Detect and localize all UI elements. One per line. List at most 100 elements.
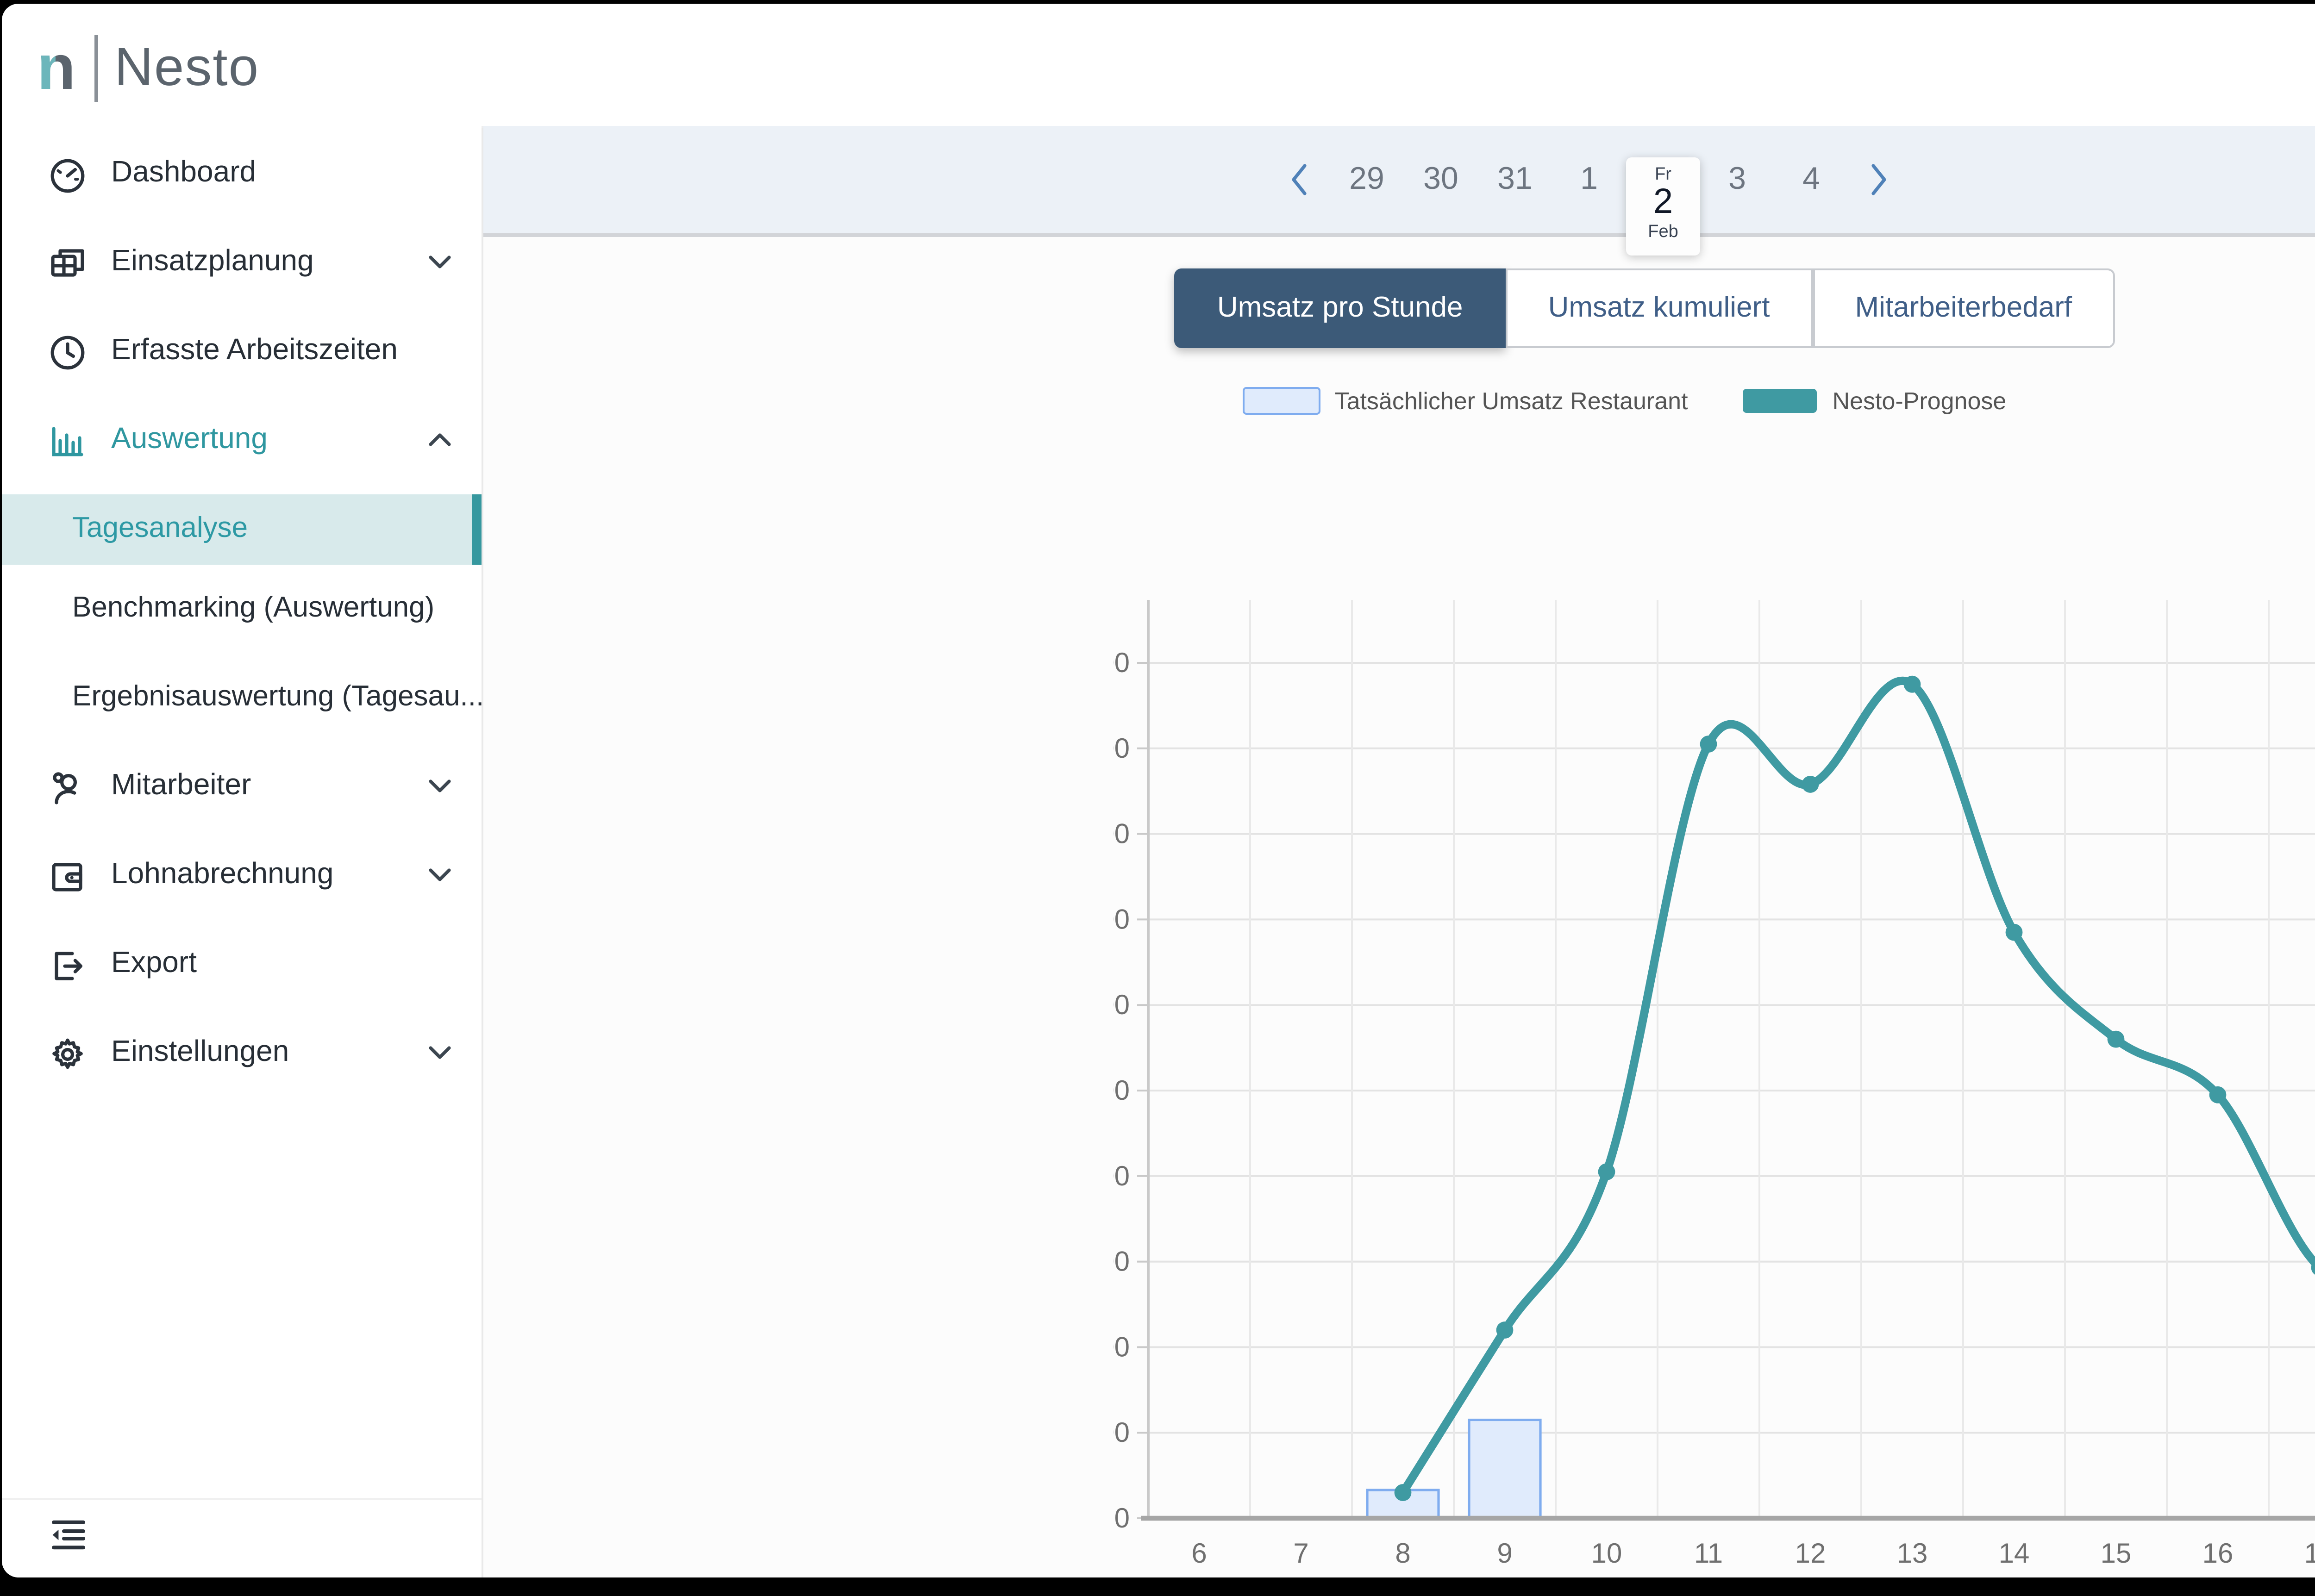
date-item[interactable]: 3 <box>1700 161 1774 198</box>
prev-day-chevron-icon[interactable] <box>1267 148 1330 211</box>
x-tick-label: 10 <box>1591 1538 1622 1569</box>
sidebar-item-label: Export <box>111 948 197 981</box>
sidebar-subitem-label: Benchmarking (Auswertung) <box>72 592 434 626</box>
wallet-icon <box>48 856 87 895</box>
date-item[interactable]: 30 <box>1404 161 1478 198</box>
x-tick-label: 12 <box>1795 1538 1826 1569</box>
gear-icon <box>48 1034 87 1073</box>
sidebar-item-erfasste-arbeitszeiten[interactable]: Erfasste Arbeitszeiten <box>2 307 482 396</box>
revenue-chart: 0100200300400500600700800900100067891011… <box>1113 591 2315 1577</box>
sidebar-item-lohnabrechnung[interactable]: Lohnabrechnung <box>2 831 482 920</box>
x-tick-label: 11 <box>1694 1538 1723 1569</box>
planning-icon <box>48 243 87 282</box>
forecast-point[interactable] <box>1802 776 1819 793</box>
selected-date-card[interactable]: Fr 2 Feb <box>1626 157 1700 256</box>
forecast-point[interactable] <box>1395 1484 1412 1501</box>
sidebar-footer <box>2 1498 482 1577</box>
brand-logo[interactable]: n n Nesto <box>37 26 259 111</box>
y-tick-label: 500 <box>1113 1075 1130 1106</box>
chart-legend: Tatsächlicher Umsatz Restaurant Nesto-Pro… <box>483 387 2315 415</box>
y-tick-label: 200 <box>1113 1331 1130 1362</box>
sidebar-item-auswertung[interactable]: Auswertung <box>2 396 482 485</box>
forecast-point[interactable] <box>1700 736 1717 753</box>
x-tick-label: 9 <box>1497 1538 1512 1569</box>
legend-label[interactable]: Tatsächlicher Umsatz Restaurant <box>1335 387 1688 415</box>
sidebar-subitem-benchmarking-auswertung[interactable]: Benchmarking (Auswertung) <box>2 565 482 654</box>
sidebar-item-label: Lohnabrechnung <box>111 859 333 892</box>
brand-divider <box>94 35 98 102</box>
legend-swatch-bar[interactable] <box>1242 387 1320 415</box>
y-tick-label: 0 <box>1114 1502 1130 1534</box>
sidebar-subitem-label: Ergebnisauswertung (Tagesau... <box>72 681 484 715</box>
date-item[interactable]: 4 <box>1774 161 1848 198</box>
user-gear-icon <box>48 767 87 806</box>
screenshot-stage: n n Nesto Dashboard Einsatzplanung Erfasst… <box>0 0 2315 1596</box>
chart-icon <box>48 421 87 460</box>
selected-weekday: Fr <box>1626 165 1700 185</box>
app-window: n n Nesto Dashboard Einsatzplanung Erfasst… <box>2 4 2315 1577</box>
legend-swatch-line[interactable] <box>1744 389 1818 413</box>
sidebar-item-label: Einsatzplanung <box>111 246 314 280</box>
sidebar-subitem-tagesanalyse[interactable]: Tagesanalyse <box>2 494 482 565</box>
sidebar-item-label: Mitarbeiter <box>111 770 251 804</box>
y-tick-label: 100 <box>1113 1417 1130 1448</box>
y-tick-label: 700 <box>1113 904 1130 935</box>
sidebar-item-label: Erfasste Arbeitszeiten <box>111 335 398 368</box>
y-tick-label: 900 <box>1113 733 1130 764</box>
selected-month: Feb <box>1626 222 1700 243</box>
top-header: Karlsruhe <box>482 4 2315 128</box>
forecast-point[interactable] <box>2108 1031 2125 1048</box>
y-tick-label: 300 <box>1113 1246 1130 1277</box>
x-tick-label: 16 <box>2202 1538 2234 1569</box>
next-day-chevron-icon[interactable] <box>1848 148 1911 211</box>
x-tick-label: 15 <box>2101 1538 2132 1569</box>
chevron-down-icon <box>428 246 452 280</box>
sidebar-subitem-label: Tagesanalyse <box>72 513 248 546</box>
chart-panel: Umsatz pro StundeUmsatz kumuliertMitarbe… <box>483 237 2315 1577</box>
sidebar-item-mitarbeiter[interactable]: Mitarbeiter <box>2 742 482 831</box>
tab-umsatz-kumuliert[interactable]: Umsatz kumuliert <box>1506 268 1813 348</box>
bar-hour-9[interactable] <box>1469 1420 1540 1518</box>
forecast-line-series[interactable] <box>1403 681 2315 1493</box>
y-tick-label: 1000 <box>1113 647 1130 678</box>
date-item[interactable]: 29 <box>1330 161 1404 198</box>
legend-label[interactable]: Nesto-Prognose <box>1833 387 2007 415</box>
forecast-point[interactable] <box>1904 676 1921 693</box>
date-strip: 2930311Fr 2 Feb34 <box>483 126 2315 237</box>
tab-mitarbeiterbedarf[interactable]: Mitarbeiterbedarf <box>1812 268 2115 348</box>
sidebar-subitem-ergebnisauswertung-tagesau[interactable]: Ergebnisauswertung (Tagesau... <box>2 654 482 742</box>
date-item[interactable]: 1 <box>1552 161 1626 198</box>
date-item[interactable]: 31 <box>1478 161 1552 198</box>
x-tick-label: 13 <box>1897 1538 1928 1569</box>
sidebar-item-einsatzplanung[interactable]: Einsatzplanung <box>2 218 482 307</box>
date-navigation: 2930311Fr 2 Feb34 <box>483 126 2315 233</box>
x-tick-label: 17 <box>2304 1538 2315 1569</box>
export-icon <box>48 945 87 984</box>
sidebar-item-dashboard[interactable]: Dashboard <box>2 130 482 218</box>
forecast-point[interactable] <box>2006 924 2023 941</box>
y-tick-label: 400 <box>1113 1160 1130 1191</box>
brand-mark: n n <box>37 37 75 100</box>
sidebar: n n Nesto Dashboard Einsatzplanung Erfasst… <box>2 4 483 1577</box>
brand-name: Nesto <box>114 38 259 99</box>
view-tabs: Umsatz pro StundeUmsatz kumuliertMitarbe… <box>483 268 2315 348</box>
sidebar-item-label: Dashboard <box>111 157 256 191</box>
forecast-point[interactable] <box>2209 1086 2227 1103</box>
forecast-point[interactable] <box>1496 1322 1514 1339</box>
selected-day: 2 <box>1626 185 1700 222</box>
chevron-down-icon <box>428 859 452 892</box>
dashboard-icon <box>48 155 87 193</box>
forecast-point[interactable] <box>1598 1163 1615 1180</box>
tab-umsatz-pro-stunde[interactable]: Umsatz pro Stunde <box>1175 268 1506 348</box>
chevron-down-icon <box>428 770 452 804</box>
sidebar-item-label: Einstellungen <box>111 1037 289 1070</box>
chevron-down-icon <box>428 1037 452 1070</box>
sidebar-item-einstellungen[interactable]: Einstellungen <box>2 1009 482 1098</box>
x-tick-label: 7 <box>1293 1538 1308 1569</box>
sidebar-item-export[interactable]: Export <box>2 920 482 1009</box>
sidebar-item-label: Auswertung <box>111 424 268 457</box>
clock-icon <box>48 332 87 371</box>
menu-fold-icon[interactable] <box>48 1515 89 1562</box>
chevron-up-icon <box>428 424 452 457</box>
x-tick-label: 14 <box>1999 1538 2030 1569</box>
